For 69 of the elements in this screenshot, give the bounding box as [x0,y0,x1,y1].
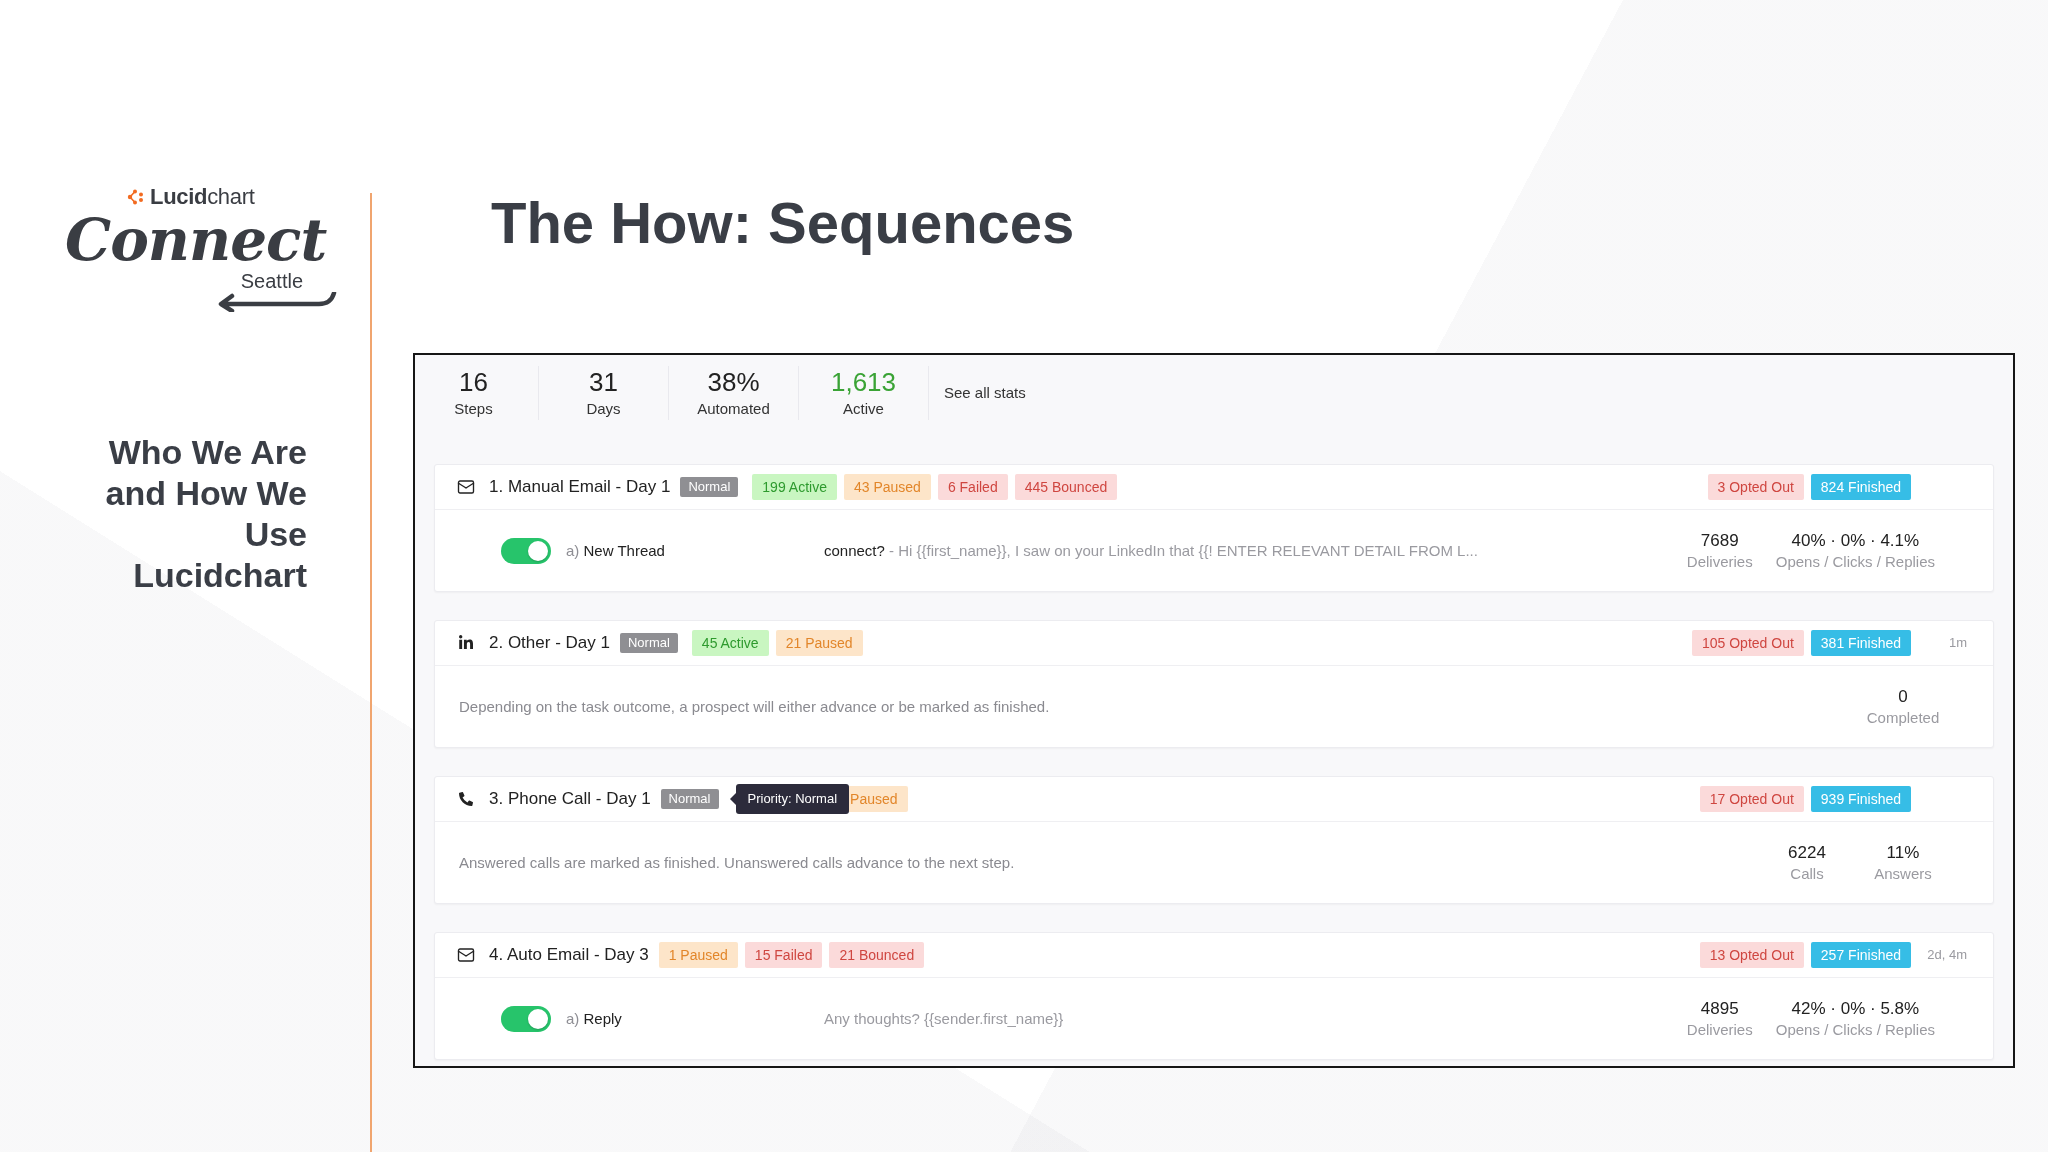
stat-label: Active [843,399,884,419]
count-tag: 6 Failed [937,474,1008,500]
see-all-stats-link[interactable]: See all stats [944,383,1026,403]
count-tag: 445 Bounced [1014,474,1118,500]
priority-tag: Normal [660,789,719,809]
outcome-tag: 939 Finished [1810,786,1911,812]
outcome-tag: 105 Opted Out [1692,630,1804,656]
toggle-switch[interactable] [501,1005,551,1032]
stat-value: 7689 [1700,529,1739,552]
outcome-tag: 257 Finished [1810,942,1911,968]
count-tag: 21 Paused [775,630,863,656]
stat-label: Opens / Clicks / Replies [1775,551,1935,572]
outcome-tag: 13 Opted Out [1699,942,1804,968]
elapsed-time: 2d, 4m [1927,946,1967,964]
stat-label: Deliveries [1686,1019,1753,1040]
count-tag: Paused [849,786,908,812]
slide-title: The How: Sequences [491,189,1075,257]
linkedin-icon [458,635,474,651]
count-tag: 45 Active [691,630,769,656]
logo-city: Seattle [240,270,303,292]
stat-label: Opens / Clicks / Replies [1775,1019,1935,1040]
priority-tag: Normal [619,633,678,653]
outcome-tag: 17 Opted Out [1699,786,1804,812]
count-tag: 1 Paused [658,942,738,968]
count-tag: 21 Bounced [829,942,925,968]
section-heading: Who We Are and How We Use Lucidchart [104,432,307,596]
stat-label: Answers [1874,863,1932,884]
stat-value: 4895 [1700,997,1739,1020]
elapsed-time: 1m [1948,634,1967,652]
stat-value: 1,613 [830,366,897,398]
stat-value: 38% [707,366,760,398]
step-title: 3. Phone Call - Day 1 [489,788,651,810]
outcome-tag: 381 Finished [1810,630,1911,656]
priority-tag: Normal [680,477,739,497]
stat-value: 0 [1898,685,1908,708]
step-description: Depending on the task outcome, a prospect will either advance or be marked as finished. [459,696,1051,717]
brand-name: Lucidchart [150,184,255,210]
variant-label: a) New Thread [566,540,666,561]
stat-label: Completed [1866,707,1940,728]
toggle-switch[interactable] [501,537,551,564]
stat-value: 31 [589,366,618,398]
step-title: 4. Auto Email - Day 3 [489,944,649,966]
stat-label: Days [586,399,621,419]
dots-logo-icon [127,189,144,205]
tooltip: Priority: Normal [729,784,850,814]
logo-wordmark: Connect [65,210,327,270]
stat-label: Deliveries [1686,551,1753,572]
count-tag: 15 Failed [744,942,823,968]
count-tag: 43 Paused [843,474,931,500]
stat-label: Calls [1790,863,1824,884]
outcome-tag: 824 Finished [1810,474,1911,500]
stat-value: 42% · 0% · 5.8% [1791,997,1920,1020]
envelope-icon [457,946,475,964]
phone-icon [459,792,473,806]
step-title: 2. Other - Day 1 [489,632,610,654]
message-preview: connect? - Hi {{first_name}}, I saw on your LinkedIn that {{! ENTER RELEVANT DETAIL FROM L... [824,540,1479,561]
step-title: 1. Manual Email - Day 1 [489,476,671,498]
step-description: Answered calls are marked as finished. Unanswered calls advance to the next step. [459,852,1016,873]
stat-value: 6224 [1788,841,1826,864]
stat-value: 40% · 0% · 4.1% [1791,529,1920,552]
stat-value: 16 [459,366,488,398]
message-preview: Any thoughts? {{sender.first_name}} [824,1008,1065,1029]
count-tag: 199 Active [752,474,837,500]
stat-label: Steps [454,399,493,419]
stat-label: Automated [697,399,770,419]
outcome-tag: 3 Opted Out [1707,474,1804,500]
envelope-icon [457,478,475,496]
stat-value: 11% [1886,841,1920,864]
variant-label: a) Reply [566,1008,623,1029]
